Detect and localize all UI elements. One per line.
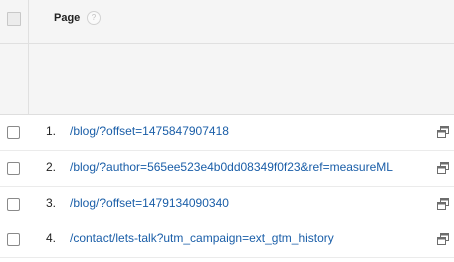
row-index: 1. xyxy=(45,124,56,138)
column-header-page[interactable]: Page xyxy=(54,12,80,24)
row-checkbox[interactable] xyxy=(7,162,20,175)
select-all-checkbox[interactable] xyxy=(7,12,21,26)
help-icon[interactable]: ? xyxy=(87,11,101,25)
table-header: Page ? xyxy=(0,0,454,44)
summary-check-cell xyxy=(0,44,29,114)
open-in-new-window-icon[interactable] xyxy=(437,233,449,245)
row-checkbox[interactable] xyxy=(7,198,20,211)
page-link[interactable]: /blog/?offset=1475847907418 xyxy=(70,124,229,138)
row-index: 2. xyxy=(45,160,56,174)
header-checkbox-cell xyxy=(0,0,29,43)
open-in-new-window-icon[interactable] xyxy=(437,162,449,174)
page-link[interactable]: /blog/?offset=1479134090340 xyxy=(70,196,229,210)
table-row: 3. /blog/?offset=1479134090340 xyxy=(0,187,454,223)
table-row: 4. /contact/lets-talk?utm_campaign=ext_g… xyxy=(0,222,454,258)
row-checkbox[interactable] xyxy=(7,126,20,139)
open-in-new-window-icon[interactable] xyxy=(437,126,449,138)
open-in-new-window-icon[interactable] xyxy=(437,198,449,210)
row-checkbox[interactable] xyxy=(7,233,20,246)
row-index: 4. xyxy=(45,231,56,245)
row-index: 3. xyxy=(45,196,56,210)
page-link[interactable]: /blog/?author=565ee523e4b0dd08349f0f23&r… xyxy=(70,160,393,174)
table-row: 2. /blog/?author=565ee523e4b0dd08349f0f2… xyxy=(0,151,454,187)
page-link[interactable]: /contact/lets-talk?utm_campaign=ext_gtm_… xyxy=(70,231,334,245)
table-row: 1. /blog/?offset=1475847907418 xyxy=(0,115,454,151)
summary-row xyxy=(0,44,454,115)
report-table: Page ? 1. /blog/?offset=1475847907418 2.… xyxy=(0,0,454,262)
